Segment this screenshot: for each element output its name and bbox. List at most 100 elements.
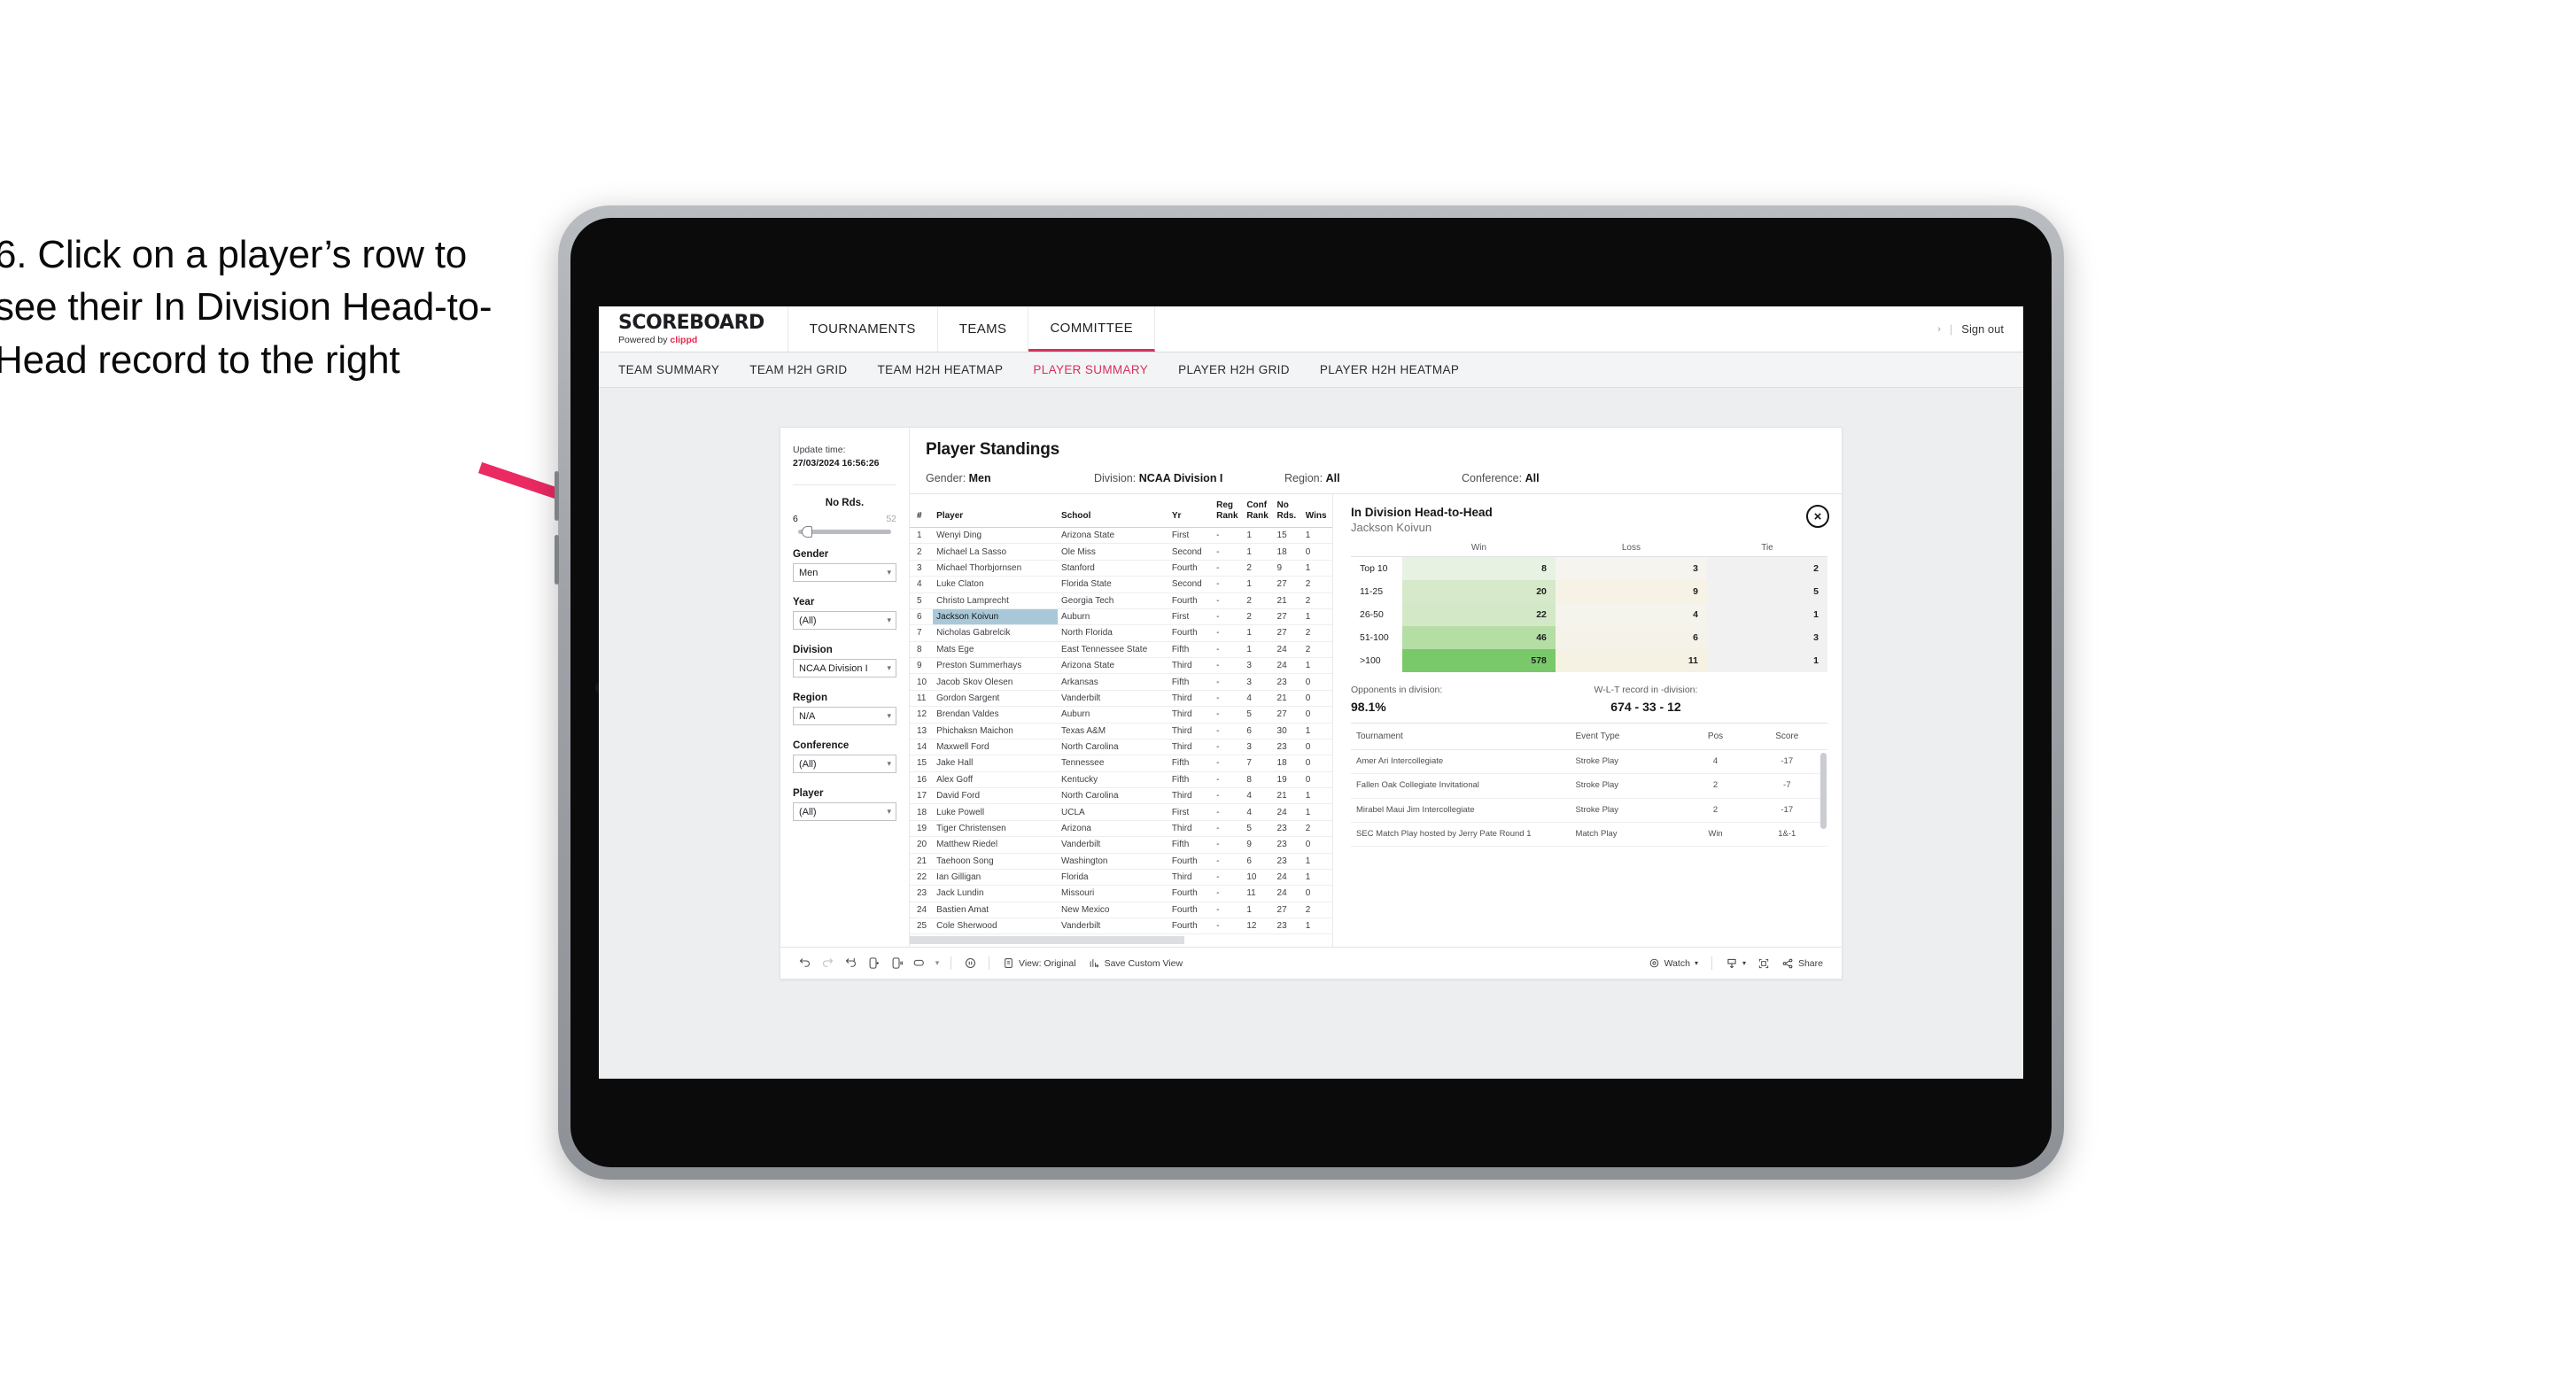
col-school[interactable]: School — [1058, 494, 1168, 528]
redo-icon[interactable] — [816, 953, 839, 974]
table-row[interactable]: 24 Bastien Amat New Mexico Fourth -1 27 2 — [910, 902, 1332, 919]
refresh-icon[interactable] — [862, 953, 885, 974]
download-button[interactable]: ▾ — [1719, 957, 1752, 970]
toolbar-divider — [950, 956, 951, 971]
tab-player-h2h-grid[interactable]: PLAYER H2H GRID — [1178, 363, 1290, 376]
nav-item-committee[interactable]: COMMITTEE — [1028, 306, 1156, 352]
scrollbar-thumb[interactable] — [910, 936, 1184, 945]
share-button[interactable]: Share — [1775, 957, 1829, 970]
cell-rank: 5 — [910, 592, 934, 609]
layout-caret-icon[interactable]: ▾ — [931, 953, 943, 974]
cell-rank: 8 — [910, 641, 934, 659]
tournament-row[interactable]: Fallen Oak Collegiate Invitational Stroke… — [1351, 773, 1827, 799]
table-row[interactable]: 21 Taehoon Song Washington Fourth -6 23 1 — [910, 853, 1332, 870]
cell-rank: 24 — [910, 902, 934, 919]
brand-logo[interactable]: SCOREBOARD Powered by clippd — [599, 306, 788, 352]
table-row[interactable]: 9 Preston Summerhays Arizona State Third -3 2… — [910, 657, 1332, 675]
save-custom-view-button[interactable]: Save Custom View — [1082, 957, 1190, 969]
filter-conference-select[interactable]: (All) ▾ — [793, 755, 896, 774]
filter-year-select[interactable]: (All) ▾ — [793, 611, 896, 631]
cell-wins: 2 — [1301, 624, 1332, 642]
col-no-rds[interactable]: No Rds. — [1273, 494, 1302, 528]
tab-team-h2h-heatmap[interactable]: TEAM H2H HEATMAP — [878, 363, 1004, 376]
tab-player-h2h-heatmap[interactable]: PLAYER H2H HEATMAP — [1320, 363, 1459, 376]
table-row[interactable]: 1 Wenyi Ding Arizona State First -1 15 1 — [910, 527, 1332, 545]
summary-conference-label: Conference: — [1462, 472, 1525, 484]
fullscreen-icon[interactable] — [1752, 953, 1775, 974]
cell-school: Arkansas — [1058, 673, 1168, 691]
view-original-button[interactable]: View: Original — [997, 957, 1082, 969]
undo-icon[interactable] — [793, 953, 816, 974]
filter-player-label: Player — [793, 788, 824, 800]
no-rds-slider[interactable] — [798, 526, 891, 538]
col-wins[interactable]: Wins — [1301, 494, 1332, 528]
tournament-scrollbar[interactable] — [1820, 753, 1827, 829]
table-row[interactable]: 6 Jackson Koivun Auburn First -2 27 1 — [910, 608, 1332, 626]
table-row[interactable]: 4 Luke Claton Florida State Second -1 27 2 — [910, 576, 1332, 593]
col-score: Score — [1746, 723, 1827, 750]
col-yr[interactable]: Yr — [1168, 494, 1214, 528]
col-player[interactable]: Player — [933, 494, 1059, 528]
filter-division-select[interactable]: NCAA Division I ▾ — [793, 659, 896, 678]
close-icon[interactable]: × — [1806, 505, 1829, 528]
table-row[interactable]: 15 Jake Hall Tennessee Fifth -7 18 0 — [910, 755, 1332, 772]
cell-school: Arizona State — [1058, 657, 1168, 675]
pause-icon[interactable] — [885, 953, 908, 974]
sign-out-link[interactable]: Sign out — [1961, 322, 2004, 336]
h2h-body: Top 10 8 3 2 11-25 20 9 5 26-50 22 4 1 51-100 46 6 3 >10… — [1351, 556, 1827, 672]
h2h-row: >100 578 11 1 — [1351, 649, 1827, 672]
table-row[interactable]: 7 Nicholas Gabrelcik North Florida Fourth -1… — [910, 624, 1332, 642]
watch-button[interactable]: Watch ▾ — [1642, 957, 1704, 969]
cell-reg-rank: - — [1213, 576, 1244, 593]
tournament-row[interactable]: SEC Match Play hosted by Jerry Pate Roun… — [1351, 822, 1827, 848]
cell-no-rds: 23 — [1273, 853, 1302, 870]
table-row[interactable]: 18 Luke Powell UCLA First -4 24 1 — [910, 803, 1332, 821]
chevron-right-icon[interactable]: › — [1937, 324, 1941, 335]
cell-school: Missouri — [1058, 885, 1168, 902]
cell-conf-rank: 12 — [1243, 918, 1274, 935]
table-row[interactable]: 13 Phichaksn Maichon Texas A&M Third -6 30 1 — [910, 723, 1332, 739]
volume-up-button[interactable] — [555, 471, 559, 521]
table-row[interactable]: 3 Michael Thorbjornsen Stanford Fourth -2 9 1 — [910, 560, 1332, 577]
cell-rank: 7 — [910, 624, 934, 642]
volume-down-button[interactable] — [555, 535, 559, 585]
table-row[interactable]: 22 Ian Gilligan Florida Third -10 24 1 — [910, 869, 1332, 887]
col-reg-rank[interactable]: Reg Rank — [1213, 494, 1244, 528]
tournament-row[interactable]: Amer Ari Intercollegiate Stroke Play 4 -17 — [1351, 749, 1827, 775]
col-rank[interactable]: # — [910, 494, 934, 528]
cell-no-rds: 27 — [1273, 608, 1302, 626]
table-row[interactable]: 16 Alex Goff Kentucky Fifth -8 19 0 — [910, 771, 1332, 789]
table-row[interactable]: 23 Jack Lundin Missouri Fourth -11 24 0 — [910, 885, 1332, 902]
cell-wins: 2 — [1301, 592, 1332, 609]
filter-conference-value: (All) — [799, 758, 817, 770]
col-conf-rank[interactable]: Conf Rank — [1243, 494, 1274, 528]
cell-reg-rank: - — [1213, 673, 1244, 691]
table-row[interactable]: 12 Brendan Valdes Auburn Third -5 27 0 — [910, 706, 1332, 724]
table-row[interactable]: 17 David Ford North Carolina Third -4 21 1 — [910, 787, 1332, 805]
table-row[interactable]: 8 Mats Ege East Tennessee State Fifth -1 24 2 — [910, 641, 1332, 659]
table-row[interactable]: 19 Tiger Christensen Arizona Third -5 23 2 — [910, 820, 1332, 838]
table-row[interactable]: 11 Gordon Sargent Vanderbilt Third -4 21 0 — [910, 690, 1332, 708]
table-row[interactable]: 25 Cole Sherwood Vanderbilt Fourth -12 23 1 — [910, 918, 1332, 935]
tab-team-summary[interactable]: TEAM SUMMARY — [618, 363, 719, 376]
tab-team-h2h-grid[interactable]: TEAM H2H GRID — [749, 363, 847, 376]
table-row[interactable]: 2 Michael La Sasso Ole Miss Second -1 18 0 — [910, 543, 1332, 561]
pause-auto-update-icon[interactable] — [958, 953, 982, 974]
table-horizontal-scrollbar[interactable] — [910, 934, 1332, 948]
revert-icon[interactable] — [839, 953, 862, 974]
tournament-row[interactable]: Mirabel Maui Jim Intercollegiate Stroke P… — [1351, 798, 1827, 824]
cell-school: North Carolina — [1058, 787, 1168, 805]
device-layout-icon[interactable] — [908, 953, 931, 974]
slider-handle[interactable] — [802, 526, 813, 538]
table-row[interactable]: 5 Christo Lamprecht Georgia Tech Fourth -2 21… — [910, 592, 1332, 609]
tab-player-summary[interactable]: PLAYER SUMMARY — [1033, 363, 1148, 376]
filter-region-select[interactable]: N/A ▾ — [793, 707, 896, 726]
filter-gender-select[interactable]: Men ▾ — [793, 563, 896, 583]
table-row[interactable]: 10 Jacob Skov Olesen Arkansas Fifth -3 23 0 — [910, 673, 1332, 691]
filter-player-select[interactable]: (All) ▾ — [793, 802, 896, 822]
clippd-name: clippd — [670, 334, 698, 345]
table-row[interactable]: 20 Matthew Riedel Vanderbilt Fifth -9 23 0 — [910, 836, 1332, 854]
nav-item-teams[interactable]: TEAMS — [938, 306, 1029, 352]
table-row[interactable]: 14 Maxwell Ford North Carolina Third -3 23 0 — [910, 739, 1332, 756]
nav-item-tournaments[interactable]: TOURNAMENTS — [788, 306, 938, 352]
